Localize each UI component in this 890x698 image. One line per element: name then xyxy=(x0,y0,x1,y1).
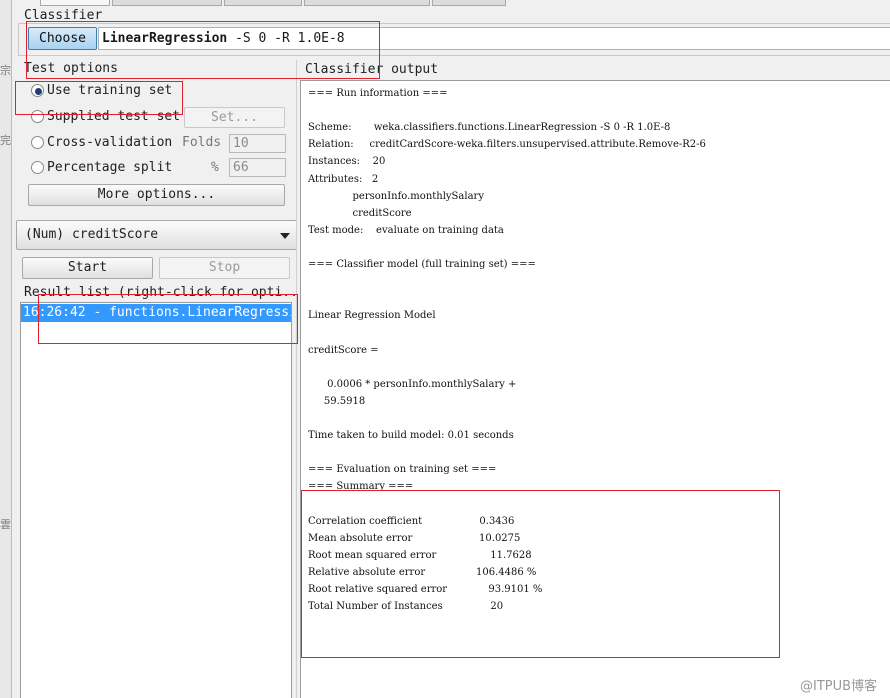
output-line: Relation: creditCardScore-weka.filters.u… xyxy=(308,139,706,150)
percentage-split-label[interactable]: Percentage split xyxy=(47,160,172,176)
cross-validation-radio[interactable] xyxy=(31,136,44,149)
chevron-down-icon xyxy=(280,233,290,239)
highlight-summary xyxy=(301,490,780,658)
start-button[interactable]: Start xyxy=(22,257,153,279)
output-line: Instances: 20 xyxy=(308,156,386,167)
panel-divider[interactable] xyxy=(296,60,297,698)
output-line: === Classifier model (full training set)… xyxy=(308,259,536,270)
tab-visualize[interactable] xyxy=(432,0,506,6)
set-button[interactable]: Set... xyxy=(184,107,285,128)
output-line: 59.5918 xyxy=(308,396,366,407)
output-line: 0.0006 * personInfo.monthlySalary + xyxy=(308,379,517,390)
output-line: === Run information === xyxy=(308,88,448,99)
watermark: @ITPUB博客 xyxy=(800,679,878,694)
tab-classify[interactable] xyxy=(40,0,110,6)
output-line: personInfo.monthlySalary xyxy=(308,191,484,202)
output-line: Test mode: evaluate on training data xyxy=(308,225,504,236)
percent-input[interactable]: 66 xyxy=(229,158,286,177)
tab-associate[interactable] xyxy=(224,0,302,6)
highlight-classifier-config xyxy=(26,21,380,79)
class-attribute-value: (Num) creditScore xyxy=(25,227,159,242)
folds-label: Folds xyxy=(182,135,222,150)
stop-button[interactable]: Stop xyxy=(159,257,290,279)
more-options-button[interactable]: More options... xyxy=(28,184,285,206)
output-line: creditScore xyxy=(308,208,412,219)
adjacent-window-glyph: 宗 xyxy=(0,64,11,77)
cross-validation-label[interactable]: Cross-validation xyxy=(47,135,172,151)
adjacent-window-edge xyxy=(0,0,12,698)
highlight-result-item xyxy=(38,294,298,344)
percent-label: % xyxy=(211,160,219,175)
adjacent-window-glyph: 雲 xyxy=(0,518,11,531)
folds-input[interactable]: 10 xyxy=(229,134,286,153)
percentage-split-radio[interactable] xyxy=(31,161,44,174)
output-line: === Evaluation on training set === xyxy=(308,464,497,475)
tab-select-attributes[interactable] xyxy=(304,0,430,6)
class-attribute-select[interactable]: (Num) creditScore xyxy=(16,220,297,250)
output-line: Scheme: weka.classifiers.functions.Linea… xyxy=(308,122,671,133)
result-list[interactable] xyxy=(20,302,292,698)
adjacent-window-glyph: 完 xyxy=(0,134,11,147)
highlight-use-training-set xyxy=(15,81,183,115)
output-line: Linear Regression Model xyxy=(308,310,436,321)
output-line: creditScore = xyxy=(308,345,379,356)
output-line: Attributes: 2 xyxy=(308,174,379,185)
tab-cluster[interactable] xyxy=(112,0,222,6)
output-line: Time taken to build model: 0.01 seconds xyxy=(308,430,514,441)
